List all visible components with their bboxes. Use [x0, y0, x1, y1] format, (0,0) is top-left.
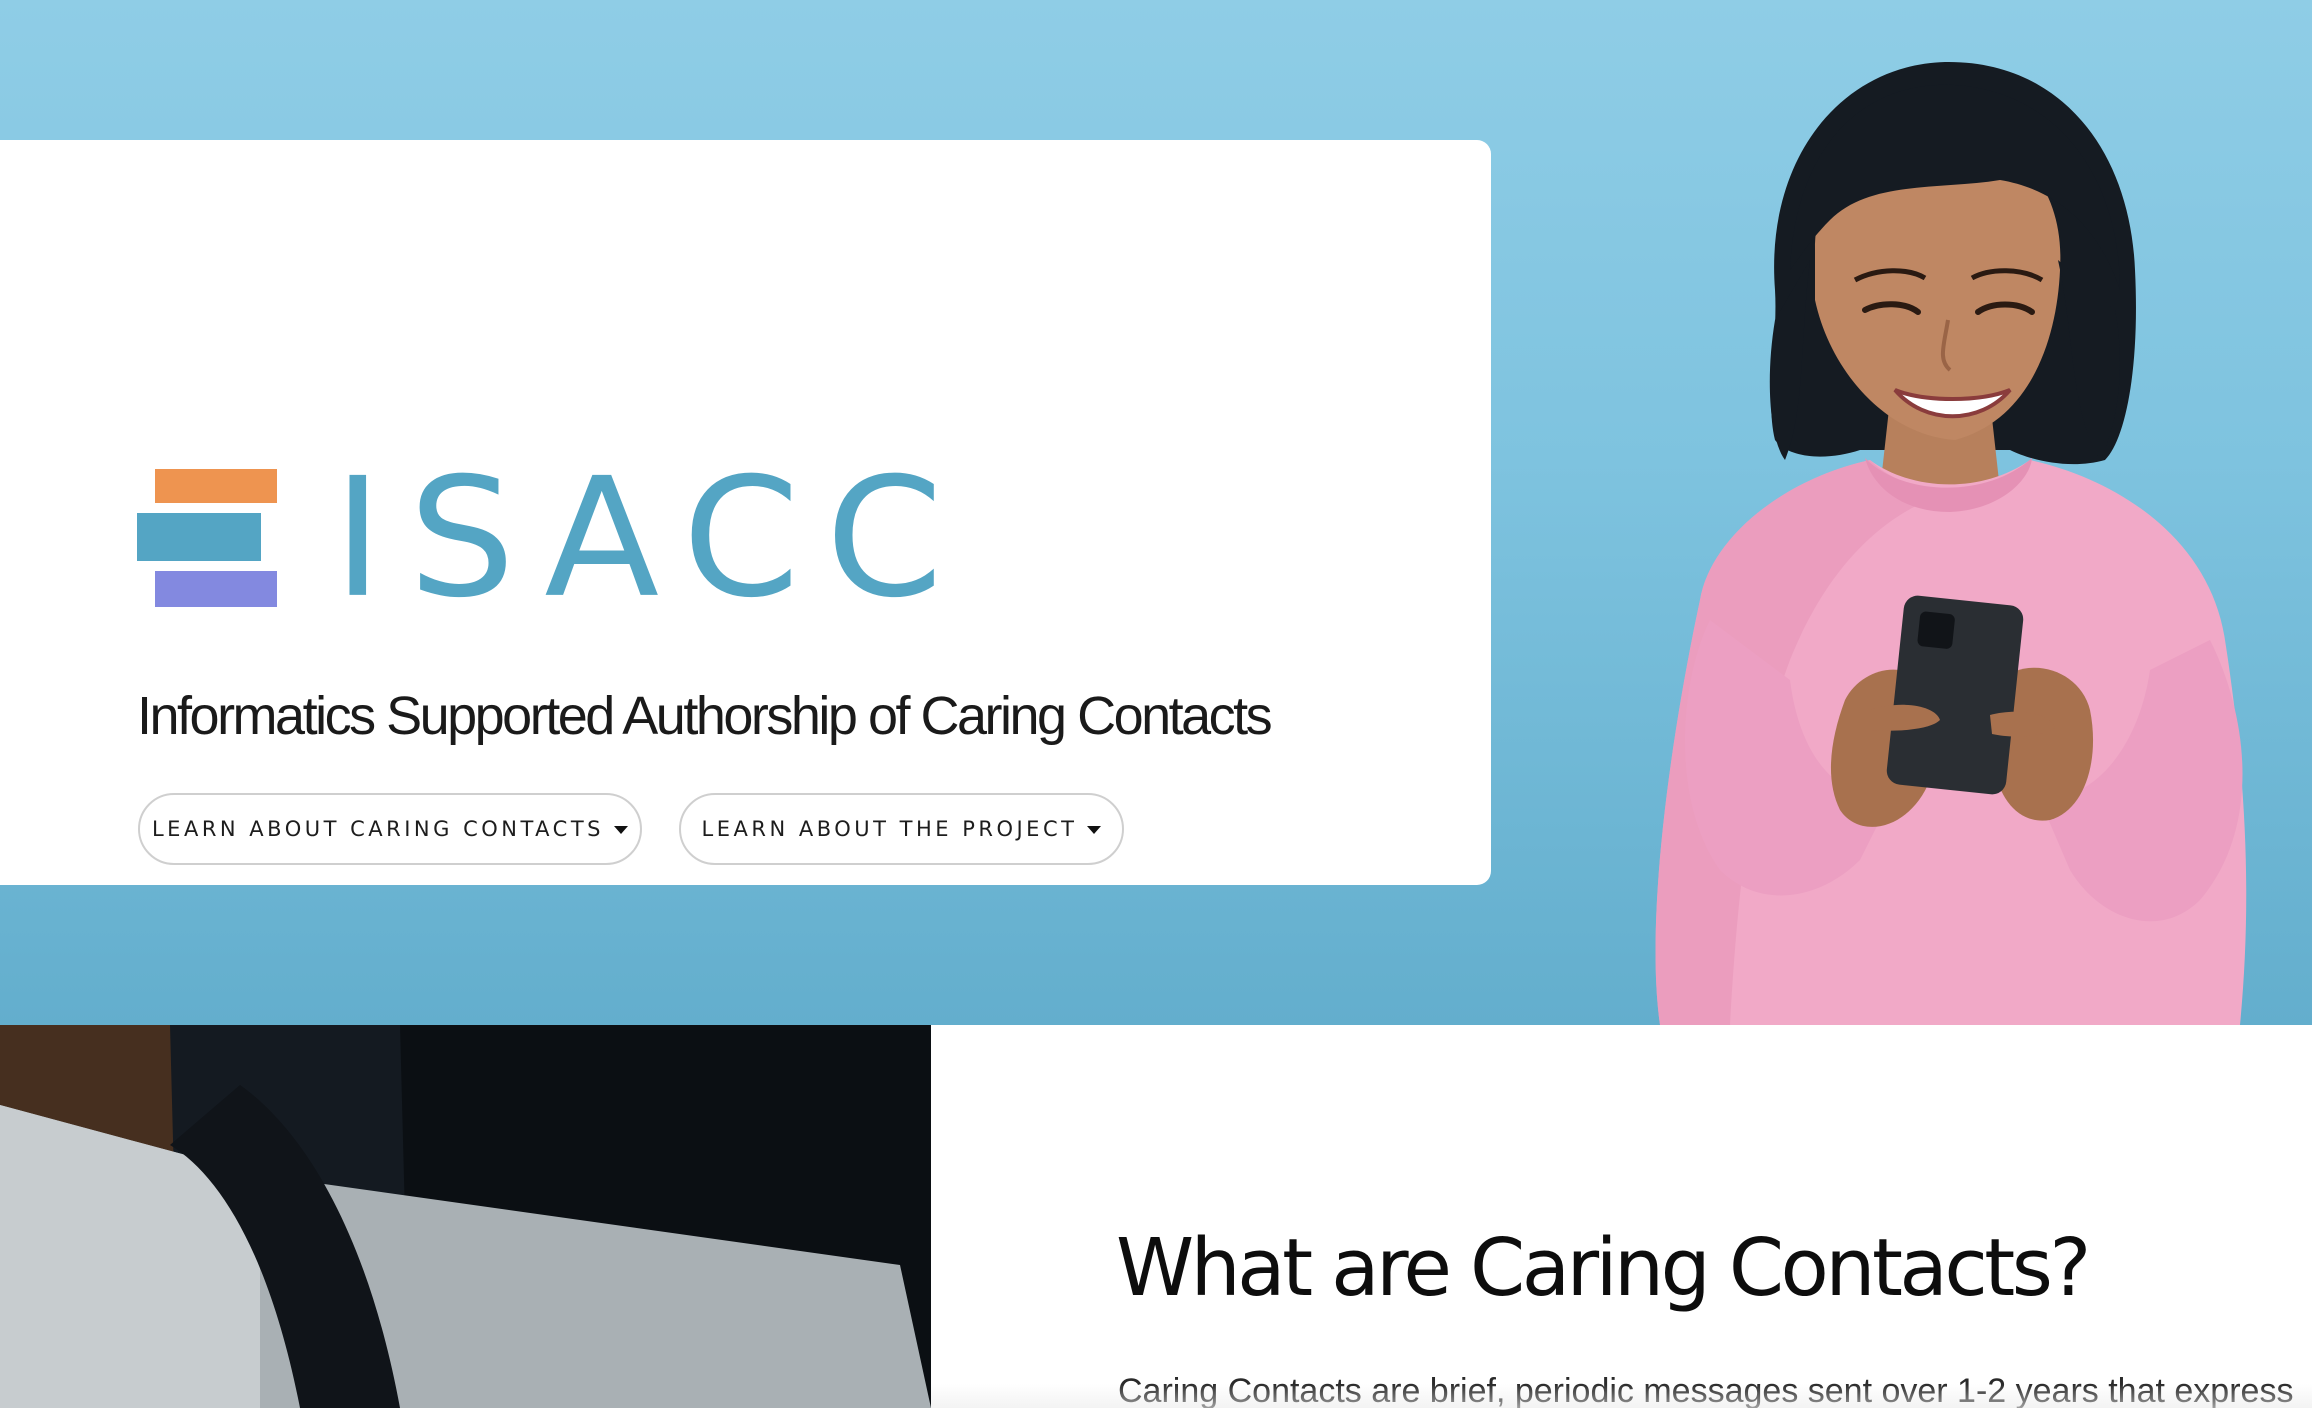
button-label: LEARN ABOUT CARING CONTACTS: [151, 817, 604, 841]
section-title: What are Caring Contacts?: [1116, 1222, 2091, 1314]
caring-contacts-section: What are Caring Contacts? Caring Contact…: [931, 1025, 2312, 1408]
hero-card: ISACC Informatics Supported Authorship o…: [0, 140, 1491, 885]
logo-bar-purple: [155, 571, 277, 607]
scroll-fade: [931, 1384, 2312, 1408]
learn-project-button[interactable]: LEARN ABOUT THE PROJECT: [679, 793, 1124, 865]
logo-bar-teal: [137, 513, 261, 561]
learn-caring-contacts-button[interactable]: LEARN ABOUT CARING CONTACTS: [138, 793, 642, 865]
caret-down-icon: [614, 826, 628, 834]
caret-down-icon: [1087, 826, 1102, 834]
logo-bar-orange: [155, 469, 277, 503]
laptop-photo-image: [0, 1025, 931, 1408]
isacc-logo[interactable]: ISACC: [137, 454, 969, 622]
hero-section: ISACC Informatics Supported Authorship o…: [0, 0, 2312, 1025]
stacked-bars-logo-icon: [137, 467, 279, 609]
logo-wordmark: ISACC: [333, 441, 969, 635]
page: ISACC Informatics Supported Authorship o…: [0, 0, 2312, 1408]
woman-with-phone-image: [1655, 61, 2247, 1025]
button-label: LEARN ABOUT THE PROJECT: [701, 817, 1078, 841]
hero-tagline: Informatics Supported Authorship of Cari…: [137, 686, 1273, 746]
